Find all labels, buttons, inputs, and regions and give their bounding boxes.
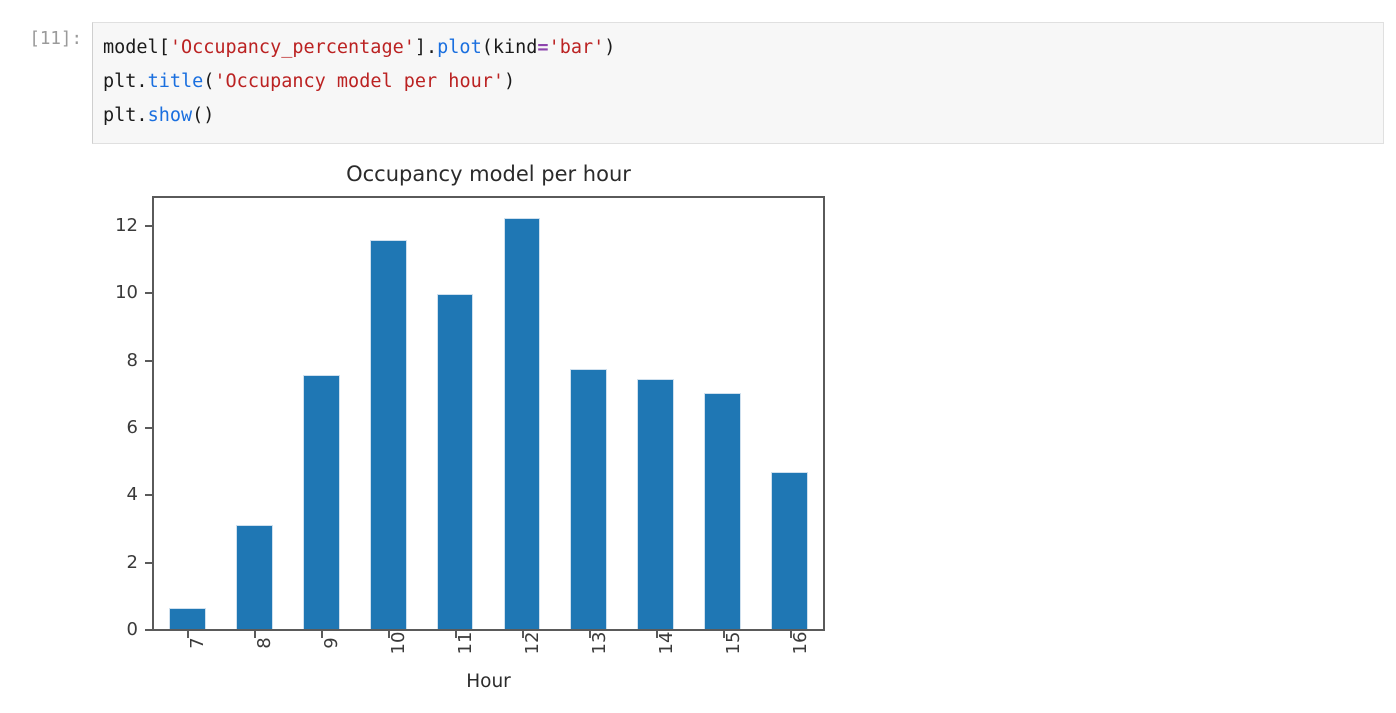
bar-slot: [756, 198, 823, 629]
x-axis-label: Hour: [466, 671, 511, 692]
code-token: 'bar': [548, 37, 605, 58]
x-tick-label: 11: [455, 631, 477, 655]
bar-slot: [489, 198, 556, 629]
chart-output-figure: Occupancy model per hour 7 8 9 10 11 12 13 14 15…: [0, 150, 900, 710]
bar-slot: [689, 198, 756, 629]
bar-slot: [288, 198, 355, 629]
y-tick: 10: [115, 282, 154, 303]
chart-plot-area: 7 8 9 10 11 12 13 14 15 16 0 2 4 6 8 10 12: [115, 196, 825, 654]
code-line: plt.show(): [103, 99, 1373, 133]
code-token: model[: [103, 37, 170, 58]
bar-series: [154, 198, 823, 629]
notebook-code-cell[interactable]: [11]: model['Occupancy_percentage'].plot…: [0, 22, 1396, 144]
x-tick-label: 15: [722, 631, 744, 655]
bar-slot: [355, 198, 422, 629]
bar-slot: [622, 198, 689, 629]
y-tick-label: 8: [126, 349, 138, 371]
code-token: (: [203, 71, 215, 92]
y-tick: 12: [115, 215, 154, 236]
bar: [771, 472, 808, 629]
bar-slot: [221, 198, 288, 629]
bar: [704, 393, 742, 629]
x-tick-label: 13: [588, 631, 610, 655]
x-tick-label: 14: [655, 631, 677, 655]
x-tick-label: 10: [388, 631, 410, 655]
y-tick-label: 10: [115, 282, 138, 304]
bar-slot: [154, 198, 221, 629]
x-tick-label: 9: [321, 637, 343, 649]
y-tick-label: 6: [126, 416, 138, 438]
x-tick-label: 16: [789, 631, 811, 655]
bar: [570, 369, 608, 629]
code-editor[interactable]: model['Occupancy_percentage'].plot(kind=…: [92, 22, 1384, 144]
y-tick-label: 12: [115, 214, 138, 236]
code-token: plt.: [103, 71, 148, 92]
y-tick: 0: [127, 619, 154, 640]
code-token: ): [604, 37, 616, 58]
bar: [302, 374, 340, 629]
x-tick-label: 12: [521, 631, 543, 655]
code-token: =: [537, 37, 549, 58]
x-tick-label: 7: [187, 637, 209, 649]
code-line: plt.title('Occupancy model per hour'): [103, 65, 1373, 99]
bar: [436, 293, 474, 629]
bar: [235, 525, 273, 629]
chart-title: Occupancy model per hour: [346, 162, 631, 186]
code-line: model['Occupancy_percentage'].plot(kind=…: [103, 31, 1373, 65]
bar: [169, 608, 206, 629]
code-token: (): [192, 105, 215, 126]
code-token: plt.: [103, 105, 148, 126]
bar-slot: [555, 198, 622, 629]
y-tick: 4: [127, 484, 154, 505]
code-token: 'Occupancy model per hour': [214, 71, 504, 92]
bar-slot: [422, 198, 489, 629]
code-token: ].: [414, 37, 438, 58]
cell-execution-prompt: [11]:: [29, 29, 82, 49]
y-tick: 6: [127, 417, 154, 438]
y-tick: 8: [127, 350, 154, 371]
code-token: title: [147, 71, 204, 92]
code-token: show: [147, 105, 193, 126]
x-tick-label: 8: [254, 637, 276, 649]
code-token: plot: [437, 37, 482, 58]
y-tick-label: 0: [126, 619, 138, 640]
y-tick: 2: [127, 552, 154, 573]
y-tick-label: 4: [126, 484, 138, 506]
code-token: (kind: [481, 37, 538, 58]
y-tick-label: 2: [126, 551, 138, 573]
bar: [503, 218, 541, 629]
bar: [369, 240, 407, 629]
code-token: 'Occupancy_percentage': [169, 37, 415, 58]
bar: [637, 379, 675, 629]
code-token: ): [504, 71, 516, 92]
